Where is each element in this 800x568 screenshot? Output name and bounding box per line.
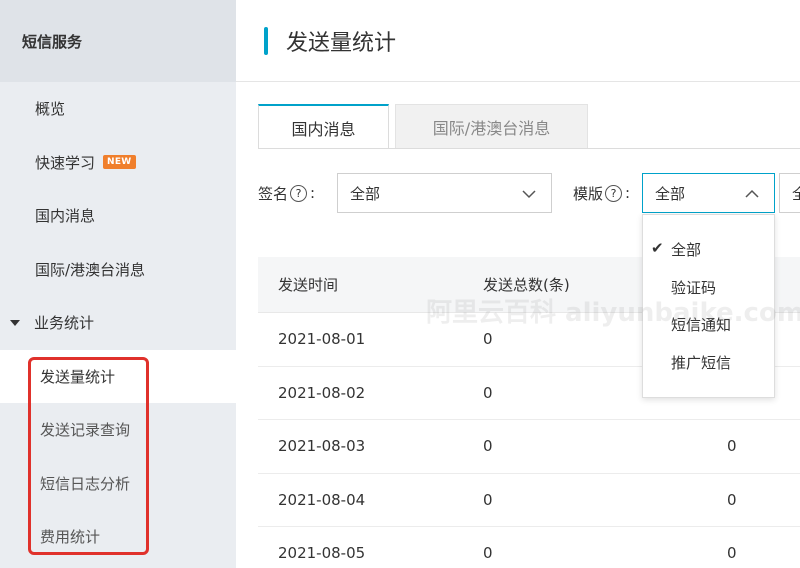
sidebar-item-international[interactable]: 国际/港澳台消息 bbox=[0, 243, 236, 297]
sidebar: 短信服务 概览 快速学习 NEW 国内消息 国际/港澳台消息 业务统计 发送量统… bbox=[0, 0, 236, 568]
sign-label-text: 签名 bbox=[258, 184, 289, 203]
cell-total: 0 bbox=[483, 544, 493, 563]
title-accent-bar bbox=[264, 26, 268, 55]
checkmark-icon: ✔ bbox=[651, 239, 664, 257]
dropdown-option-label: 推广短信 bbox=[671, 353, 732, 372]
cell-success: 0 bbox=[727, 490, 737, 509]
sidebar-item-quick-learn[interactable]: 快速学习 NEW bbox=[0, 136, 236, 190]
cell-date: 2021-08-05 bbox=[278, 544, 366, 563]
table-row: 2021-08-04 0 0 bbox=[258, 474, 800, 527]
sidebar-subitem-send-volume[interactable]: 发送量统计 bbox=[0, 349, 236, 403]
status-select-value: 全 bbox=[792, 184, 800, 203]
template-label-text: 模版 bbox=[573, 184, 604, 203]
template-select-value: 全部 bbox=[655, 184, 686, 203]
sign-label-colon: : bbox=[310, 184, 316, 202]
cell-date: 2021-08-04 bbox=[278, 490, 366, 509]
cell-success: 0 bbox=[727, 544, 737, 563]
sidebar-item-label: 概览 bbox=[35, 100, 66, 119]
sidebar-subitem-cost-stats[interactable]: 费用统计 bbox=[0, 510, 236, 564]
help-icon[interactable]: ? bbox=[290, 184, 308, 202]
sign-select-value: 全部 bbox=[350, 184, 381, 203]
sidebar-subitem-log-analysis[interactable]: 短信日志分析 bbox=[0, 457, 236, 511]
cell-success: 0 bbox=[727, 437, 737, 456]
cell-date: 2021-08-03 bbox=[278, 437, 366, 456]
tab-divider bbox=[258, 148, 800, 149]
template-label-colon: : bbox=[625, 184, 631, 202]
table-row: 2021-08-03 0 0 bbox=[258, 420, 800, 474]
dropdown-option-label: 短信通知 bbox=[671, 316, 732, 335]
sidebar-item-label: 快速学习 bbox=[35, 153, 96, 172]
sidebar-group-business-stats[interactable]: 业务统计 bbox=[0, 296, 236, 350]
page-title: 发送量统计 bbox=[286, 30, 397, 56]
chevron-down-icon bbox=[522, 190, 536, 199]
sidebar-item-label: 国内消息 bbox=[35, 207, 96, 226]
tab-international[interactable]: 国际/港澳台消息 bbox=[395, 104, 588, 149]
dropdown-option-label: 全部 bbox=[671, 241, 702, 260]
cell-total: 0 bbox=[483, 490, 493, 509]
cell-date: 2021-08-02 bbox=[278, 383, 366, 402]
dropdown-option-notification[interactable]: 短信通知 bbox=[643, 306, 774, 344]
sidebar-item-label: 国际/港澳台消息 bbox=[35, 260, 146, 279]
dropdown-option-label: 验证码 bbox=[671, 278, 717, 297]
cell-total: 0 bbox=[483, 437, 493, 456]
tab-bar: 国内消息 国际/港澳台消息 bbox=[258, 104, 588, 149]
sidebar-subitem-label: 短信日志分析 bbox=[40, 474, 131, 493]
sidebar-title: 短信服务 bbox=[0, 0, 236, 82]
sidebar-subitem-label: 费用统计 bbox=[40, 528, 101, 547]
main-content: 发送量统计 国内消息 国际/港澳台消息 签名 ? : 全部 模版 ? : 全部 … bbox=[236, 0, 800, 568]
sidebar-subitem-send-records[interactable]: 发送记录查询 bbox=[0, 403, 236, 457]
page-header: 发送量统计 bbox=[236, 0, 800, 82]
sidebar-subitem-label: 发送量统计 bbox=[40, 367, 116, 386]
column-header-send-time[interactable]: 发送时间 bbox=[258, 274, 483, 295]
tab-domestic[interactable]: 国内消息 bbox=[258, 104, 389, 149]
dropdown-option-verification[interactable]: 验证码 bbox=[643, 269, 774, 307]
sidebar-item-overview[interactable]: 概览 bbox=[0, 82, 236, 136]
dropdown-option-all[interactable]: ✔ 全部 bbox=[643, 231, 774, 269]
status-select[interactable]: 全 bbox=[779, 173, 800, 213]
template-dropdown-menu: ✔ 全部 验证码 短信通知 推广短信 bbox=[642, 214, 775, 398]
cell-date: 2021-08-01 bbox=[278, 330, 366, 349]
sidebar-group-label: 业务统计 bbox=[34, 314, 95, 333]
sign-select[interactable]: 全部 bbox=[337, 173, 552, 213]
sidebar-subitem-label: 发送记录查询 bbox=[40, 421, 131, 440]
chevron-up-icon bbox=[745, 189, 759, 198]
caret-down-icon bbox=[10, 319, 20, 326]
sidebar-item-domestic[interactable]: 国内消息 bbox=[0, 189, 236, 243]
template-select[interactable]: 全部 bbox=[642, 173, 775, 213]
dropdown-option-promotion[interactable]: 推广短信 bbox=[643, 344, 774, 382]
sign-filter-label: 签名 ? : bbox=[258, 180, 315, 206]
new-badge: NEW bbox=[103, 155, 136, 170]
table-row: 2021-08-05 0 0 bbox=[258, 527, 800, 568]
template-filter-label: 模版 ? : bbox=[573, 180, 630, 206]
help-icon[interactable]: ? bbox=[605, 184, 623, 202]
